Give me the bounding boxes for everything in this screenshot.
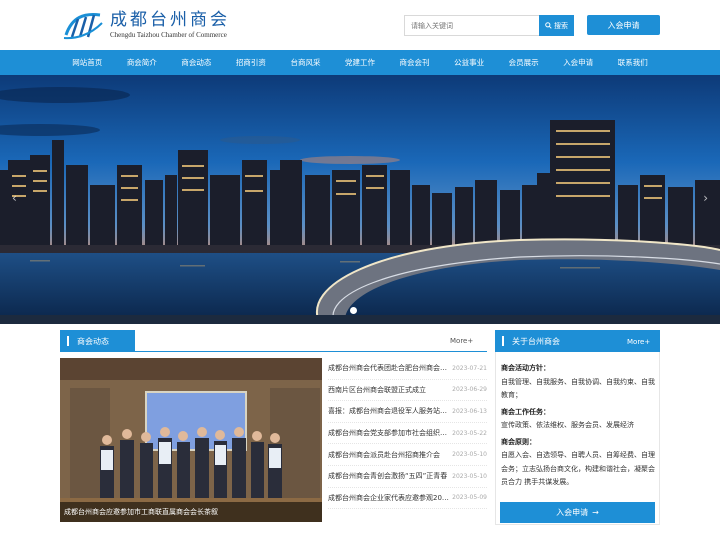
logo-chinese-name: 成都台州商会 [110,9,230,30]
principles-text: 自愿入会、自选领导、自聘人员、自筹经费、自理会务；立志弘扬台商文化，构建和谐社会… [501,451,655,486]
search-bar: 搜索 [404,15,574,36]
search-icon [545,22,552,29]
list-item[interactable]: 西南片区台州商会联盟正式成立 2023-06-29 [328,380,487,402]
news-list: 成都台州商会代表团赴合肥台州商会考察交流 2023-07-21 西南片区台州商会… [328,358,487,510]
news-item-title[interactable]: 西南片区台州商会联盟正式成立 [328,385,450,395]
news-item-date: 2023-05-09 [452,494,487,502]
work-tasks-text: 宣传政策、依法维权、服务会员、发展经济 [501,421,634,429]
hero-banner[interactable]: ‹ › [0,75,720,324]
news-featured-image[interactable]: 成都台州商会应邀参加市工商联直属商会会长茶叙 [60,358,322,522]
join-button-label: 入会申请 [556,508,589,517]
news-item-date: 2023-05-10 [452,451,487,459]
city-skyline-image [0,75,720,324]
news-image-caption[interactable]: 成都台州商会应邀参加市工商联直属商会会长茶叙 [60,502,322,522]
main-nav: 网站首页 商会简介 商会动态 招商引资 台商风采 党建工作 商会会刊 公益事业 … [0,50,720,75]
list-item[interactable]: 成都台州商会青创会激扬“五四”正青春 2023-05-10 [328,466,487,488]
list-item[interactable]: 喜报：成都台州商会退役军人服务站挂牌成立 2023-06-13 [328,401,487,423]
banner-pagination-dot[interactable] [350,307,357,314]
list-item[interactable]: 成都台州商会党支部参加市社会组织党建活动 2023-05-22 [328,423,487,445]
logo-english-name: Chengdu Taizhou Chamber of Commerce [110,30,227,39]
list-item[interactable]: 成都台州商会派员赴台州招商推介会 2023-05-10 [328,444,487,466]
news-item-date: 2023-06-29 [452,386,487,394]
news-item-title[interactable]: 成都台州商会党支部参加市社会组织党建活动 [328,428,450,438]
news-item-title[interactable]: 喜报：成都台州商会退役军人服务站挂牌成立 [328,406,450,416]
list-item[interactable]: 成都台州商会代表团赴合肥台州商会考察交流 2023-07-21 [328,358,487,380]
news-item-title[interactable]: 成都台州商会派员赴台州招商推介会 [328,450,450,460]
news-item-date: 2023-05-22 [452,429,487,437]
nav-item-contact[interactable]: 联系我们 [605,50,660,75]
nav-item-party-work[interactable]: 党建工作 [333,50,388,75]
about-content: 商会活动方针： 自我管理、自我服务、自我协调、自我约束、自我教育； 商会工作任务… [501,359,657,490]
nav-item-member-showcase[interactable]: 会员展示 [496,50,551,75]
nav-item-charity[interactable]: 公益事业 [442,50,497,75]
about-section: 关于台州商会 More+ 商会活动方针： 自我管理、自我服务、自我协调、自我约束… [495,330,660,525]
news-item-date: 2023-05-10 [452,472,487,480]
site-logo[interactable]: 成都台州商会 Chengdu Taizhou Chamber of Commer… [62,9,230,41]
banner-prev-arrow-icon[interactable]: ‹ [12,191,17,205]
join-application-button[interactable]: 入会申请 [587,15,660,35]
arrow-right-icon: → [592,508,599,517]
nav-item-home[interactable]: 网站首页 [60,50,115,75]
nav-item-about[interactable]: 商会简介 [115,50,170,75]
news-section: 商会动态 More+ 成都台州商会应邀参加市工商联直属商会会长茶叙 成都台州商会… [60,330,487,525]
search-input[interactable] [404,15,539,36]
activity-policy-text: 自我管理、自我服务、自我协调、自我约束、自我教育； [501,377,655,400]
news-item-date: 2023-06-13 [452,407,487,415]
news-item-date: 2023-07-21 [452,364,487,372]
about-section-title: 关于台州商会 [512,336,560,346]
news-section-title: 商会动态 [77,336,109,346]
logo-mark-icon [63,13,103,40]
news-section-header: 商会动态 [60,330,135,352]
activity-policy-heading: 商会活动方针： [501,364,550,372]
nav-item-join[interactable]: 入会申请 [551,50,606,75]
work-tasks-heading: 商会工作任务： [501,407,550,416]
search-button-label: 搜索 [554,21,568,30]
principles-heading: 商会原则： [501,437,536,446]
banner-next-arrow-icon[interactable]: › [703,191,708,205]
news-item-title[interactable]: 成都台州商会代表团赴合肥台州商会考察交流 [328,363,450,373]
nav-item-journal[interactable]: 商会会刊 [387,50,442,75]
news-item-title[interactable]: 成都台州商会青创会激扬“五四”正青春 [328,471,450,481]
nav-item-news[interactable]: 商会动态 [169,50,224,75]
about-more-link[interactable]: More+ [627,338,650,346]
join-application-bottom-button[interactable]: 入会申请 → [500,502,655,523]
nav-item-investment[interactable]: 招商引资 [224,50,279,75]
news-item-title[interactable]: 成都台州商会企业家代表应邀参观2023年展会 [328,493,450,503]
list-item[interactable]: 成都台州商会企业家代表应邀参观2023年展会 2023-05-09 [328,488,487,510]
nav-item-members-style[interactable]: 台商风采 [278,50,333,75]
meeting-photo [60,358,322,522]
news-more-link[interactable]: More+ [450,337,473,345]
search-button[interactable]: 搜索 [539,15,574,36]
site-header: 成都台州商会 Chengdu Taizhou Chamber of Commer… [0,0,720,50]
